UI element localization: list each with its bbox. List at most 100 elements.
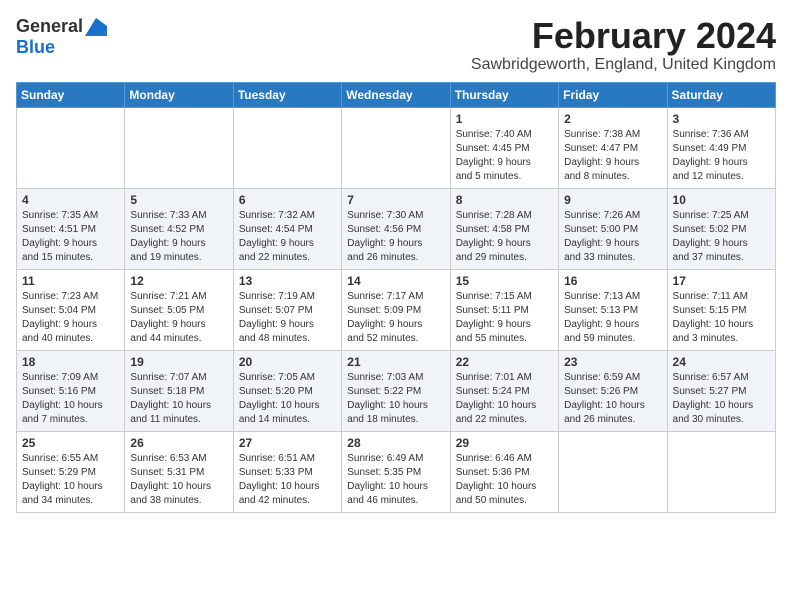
calendar-cell: 27 Sunrise: 6:51 AM Sunset: 5:33 PM Dayli… [233, 431, 341, 512]
day-number: 12 [130, 274, 227, 288]
day-number: 27 [239, 436, 336, 450]
day-info: Sunrise: 7:01 AM Sunset: 5:24 PM Dayligh… [456, 371, 553, 427]
day-number: 16 [564, 274, 661, 288]
day-number: 11 [22, 274, 119, 288]
calendar-cell: 18Sunrise: 7:09 AM Sunset: 5:16 PM Dayli… [17, 350, 125, 431]
day-info: Sunrise: 7:13 AM Sunset: 5:13 PM Dayligh… [564, 290, 661, 346]
day-number: 5 [130, 193, 227, 207]
location-title: Sawbridgeworth, England, United Kingdom [471, 56, 776, 74]
day-number: 7 [347, 193, 444, 207]
logo-blue-text: Blue [16, 37, 55, 58]
day-number: 9 [564, 193, 661, 207]
day-info: Sunrise: 6:46 AM Sunset: 5:36 PM Dayligh… [456, 452, 553, 508]
day-info: Sunrise: 7:15 AM Sunset: 5:11 PM Dayligh… [456, 290, 553, 346]
day-number: 22 [456, 355, 553, 369]
day-number: 13 [239, 274, 336, 288]
calendar-cell: 6 Sunrise: 7:32 AM Sunset: 4:54 PM Daylig… [233, 188, 341, 269]
calendar-cell [559, 431, 667, 512]
day-info: Sunrise: 7:36 AM Sunset: 4:49 PM Dayligh… [673, 128, 770, 184]
calendar-body: 1 Sunrise: 7:40 AM Sunset: 4:45 PM Daylig… [17, 107, 776, 512]
calendar-cell: 23 Sunrise: 6:59 AM Sunset: 5:26 PM Dayli… [559, 350, 667, 431]
calendar-cell: 26 Sunrise: 6:53 AM Sunset: 5:31 PM Dayli… [125, 431, 233, 512]
day-number: 23 [564, 355, 661, 369]
calendar-cell: 19 Sunrise: 7:07 AM Sunset: 5:18 PM Dayli… [125, 350, 233, 431]
day-info: Sunrise: 6:53 AM Sunset: 5:31 PM Dayligh… [130, 452, 227, 508]
weekday-header-row: SundayMondayTuesdayWednesdayThursdayFrid… [17, 82, 776, 107]
calendar-cell: 28 Sunrise: 6:49 AM Sunset: 5:35 PM Dayli… [342, 431, 450, 512]
day-info: Sunrise: 6:51 AM Sunset: 5:33 PM Dayligh… [239, 452, 336, 508]
calendar-cell: 15Sunrise: 7:15 AM Sunset: 5:11 PM Dayli… [450, 269, 558, 350]
calendar-cell: 10 Sunrise: 7:25 AM Sunset: 5:02 PM Dayli… [667, 188, 775, 269]
day-info: Sunrise: 7:32 AM Sunset: 4:54 PM Dayligh… [239, 209, 336, 265]
calendar-cell: 16 Sunrise: 7:13 AM Sunset: 5:13 PM Dayli… [559, 269, 667, 350]
day-info: Sunrise: 7:30 AM Sunset: 4:56 PM Dayligh… [347, 209, 444, 265]
weekday-header-sunday: Sunday [17, 82, 125, 107]
day-number: 2 [564, 112, 661, 126]
day-number: 25 [22, 436, 119, 450]
calendar-cell: 20 Sunrise: 7:05 AM Sunset: 5:20 PM Dayli… [233, 350, 341, 431]
logo-general-text: General [16, 16, 83, 37]
calendar-cell: 3 Sunrise: 7:36 AM Sunset: 4:49 PM Daylig… [667, 107, 775, 188]
calendar-cell: 22 Sunrise: 7:01 AM Sunset: 5:24 PM Dayli… [450, 350, 558, 431]
day-number: 3 [673, 112, 770, 126]
calendar-week-2: 4 Sunrise: 7:35 AM Sunset: 4:51 PM Daylig… [17, 188, 776, 269]
day-number: 4 [22, 193, 119, 207]
calendar-cell [233, 107, 341, 188]
month-title: February 2024 [471, 16, 776, 56]
day-info: Sunrise: 6:49 AM Sunset: 5:35 PM Dayligh… [347, 452, 444, 508]
day-info: Sunrise: 7:03 AM Sunset: 5:22 PM Dayligh… [347, 371, 444, 427]
page-header: General Blue February 2024 Sawbridgewort… [16, 16, 776, 74]
calendar-cell: 29 Sunrise: 6:46 AM Sunset: 5:36 PM Dayli… [450, 431, 558, 512]
calendar-cell [125, 107, 233, 188]
calendar-cell [667, 431, 775, 512]
logo: General Blue [16, 16, 107, 58]
day-info: Sunrise: 7:17 AM Sunset: 5:09 PM Dayligh… [347, 290, 444, 346]
day-info: Sunrise: 6:55 AM Sunset: 5:29 PM Dayligh… [22, 452, 119, 508]
day-number: 10 [673, 193, 770, 207]
calendar-cell: 11 Sunrise: 7:23 AM Sunset: 5:04 PM Dayli… [17, 269, 125, 350]
calendar-cell: 9Sunrise: 7:26 AM Sunset: 5:00 PM Daylig… [559, 188, 667, 269]
calendar-cell: 17Sunrise: 7:11 AM Sunset: 5:15 PM Dayli… [667, 269, 775, 350]
day-number: 26 [130, 436, 227, 450]
day-number: 21 [347, 355, 444, 369]
day-number: 29 [456, 436, 553, 450]
day-info: Sunrise: 7:25 AM Sunset: 5:02 PM Dayligh… [673, 209, 770, 265]
day-info: Sunrise: 7:21 AM Sunset: 5:05 PM Dayligh… [130, 290, 227, 346]
day-info: Sunrise: 7:35 AM Sunset: 4:51 PM Dayligh… [22, 209, 119, 265]
calendar-cell: 5 Sunrise: 7:33 AM Sunset: 4:52 PM Daylig… [125, 188, 233, 269]
day-info: Sunrise: 6:57 AM Sunset: 5:27 PM Dayligh… [673, 371, 770, 427]
calendar-cell: 12 Sunrise: 7:21 AM Sunset: 5:05 PM Dayli… [125, 269, 233, 350]
day-number: 19 [130, 355, 227, 369]
calendar-week-4: 18Sunrise: 7:09 AM Sunset: 5:16 PM Dayli… [17, 350, 776, 431]
calendar-cell: 13Sunrise: 7:19 AM Sunset: 5:07 PM Dayli… [233, 269, 341, 350]
day-info: Sunrise: 7:33 AM Sunset: 4:52 PM Dayligh… [130, 209, 227, 265]
day-info: Sunrise: 6:59 AM Sunset: 5:26 PM Dayligh… [564, 371, 661, 427]
calendar-cell: 21 Sunrise: 7:03 AM Sunset: 5:22 PM Dayli… [342, 350, 450, 431]
calendar-cell: 25 Sunrise: 6:55 AM Sunset: 5:29 PM Dayli… [17, 431, 125, 512]
day-number: 6 [239, 193, 336, 207]
weekday-header-saturday: Saturday [667, 82, 775, 107]
weekday-header-wednesday: Wednesday [342, 82, 450, 107]
day-info: Sunrise: 7:23 AM Sunset: 5:04 PM Dayligh… [22, 290, 119, 346]
calendar-cell: 1 Sunrise: 7:40 AM Sunset: 4:45 PM Daylig… [450, 107, 558, 188]
calendar-cell: 14 Sunrise: 7:17 AM Sunset: 5:09 PM Dayli… [342, 269, 450, 350]
logo-icon [85, 18, 107, 36]
day-number: 1 [456, 112, 553, 126]
calendar-cell [17, 107, 125, 188]
day-info: Sunrise: 7:40 AM Sunset: 4:45 PM Dayligh… [456, 128, 553, 184]
weekday-header-thursday: Thursday [450, 82, 558, 107]
calendar-week-5: 25 Sunrise: 6:55 AM Sunset: 5:29 PM Dayli… [17, 431, 776, 512]
day-number: 28 [347, 436, 444, 450]
calendar-cell: 4 Sunrise: 7:35 AM Sunset: 4:51 PM Daylig… [17, 188, 125, 269]
day-info: Sunrise: 7:07 AM Sunset: 5:18 PM Dayligh… [130, 371, 227, 427]
day-number: 14 [347, 274, 444, 288]
day-number: 17 [673, 274, 770, 288]
day-number: 20 [239, 355, 336, 369]
title-block: February 2024 Sawbridgeworth, England, U… [471, 16, 776, 74]
day-info: Sunrise: 7:05 AM Sunset: 5:20 PM Dayligh… [239, 371, 336, 427]
weekday-header-monday: Monday [125, 82, 233, 107]
day-info: Sunrise: 7:28 AM Sunset: 4:58 PM Dayligh… [456, 209, 553, 265]
weekday-header-friday: Friday [559, 82, 667, 107]
calendar-cell: 7 Sunrise: 7:30 AM Sunset: 4:56 PM Daylig… [342, 188, 450, 269]
day-number: 24 [673, 355, 770, 369]
